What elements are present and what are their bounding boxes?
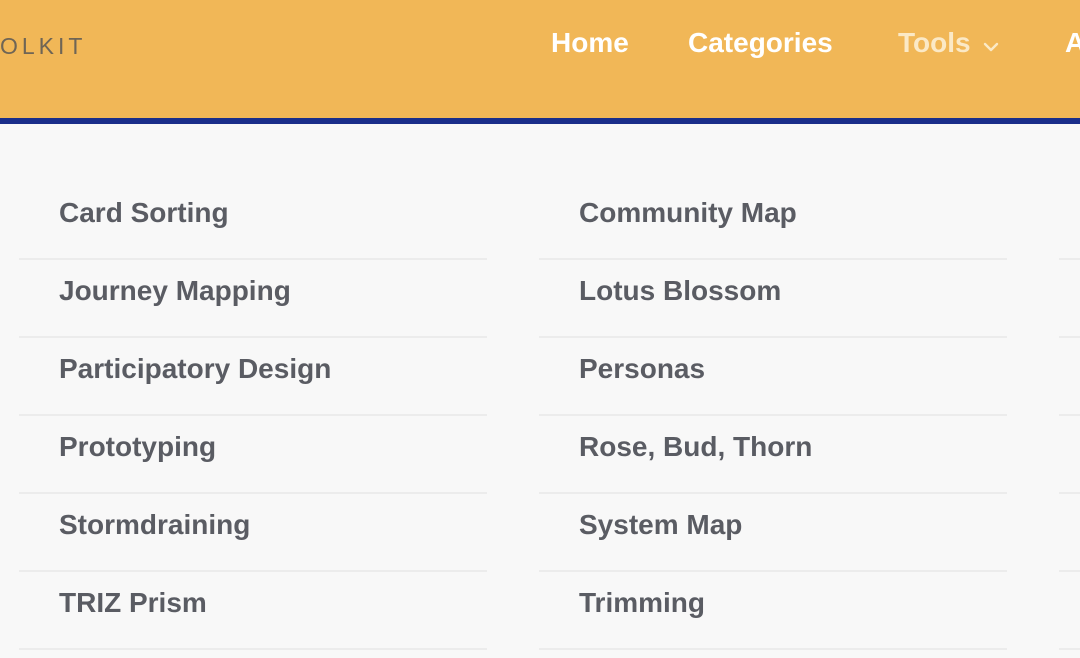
nav-tools-label: Tools — [898, 27, 971, 58]
menu-item-prototyping[interactable]: Prototyping — [19, 416, 487, 494]
menu-item-label: Participatory Design — [59, 353, 332, 384]
menu-item-label: Journey Mapping — [59, 275, 291, 306]
menu-item-card-sorting[interactable]: Card Sorting — [19, 182, 487, 260]
menu-item-participatory-design[interactable]: Participatory Design — [19, 338, 487, 416]
menu-item-system-map[interactable]: System Map — [539, 494, 1007, 572]
menu-item-label: Community Map — [579, 197, 797, 228]
divider — [1059, 336, 1080, 338]
divider — [1059, 648, 1080, 650]
chevron-down-icon — [983, 27, 999, 59]
menu-item-community-map[interactable]: Community Map — [539, 182, 1007, 260]
menu-item-label: Personas — [579, 353, 706, 384]
menu-item-trimming[interactable]: Trimming — [539, 572, 1007, 650]
menu-item-label: Lotus Blossom — [579, 275, 782, 306]
divider — [1059, 258, 1080, 260]
menu-item-rose-bud-thorn[interactable]: Rose, Bud, Thorn — [539, 416, 1007, 494]
menu-item-label: Prototyping — [59, 431, 217, 462]
menu-item-lotus-blossom[interactable]: Lotus Blossom — [539, 260, 1007, 338]
menu-item-stormdraining[interactable]: Stormdraining — [19, 494, 487, 572]
menu-item-label: System Map — [579, 509, 743, 540]
menu-item-journey-mapping[interactable]: Journey Mapping — [19, 260, 487, 338]
menu-item-label: Card Sorting — [59, 197, 229, 228]
menu-item-label: Rose, Bud, Thorn — [579, 431, 813, 462]
divider — [1059, 570, 1080, 572]
nav-tools[interactable]: Tools — [898, 27, 999, 59]
nav-home[interactable]: Home — [551, 27, 629, 59]
site-header: OLKIT Home Categories Tools A — [0, 0, 1080, 124]
nav-about-partial[interactable]: A — [1065, 27, 1080, 59]
menu-item-triz-prism[interactable]: TRIZ Prism — [19, 572, 487, 650]
menu-item-label: Trimming — [579, 587, 706, 618]
nav-categories[interactable]: Categories — [688, 27, 833, 59]
tools-dropdown-menu: Card Sorting Journey Mapping Participato… — [0, 124, 1080, 658]
menu-item-label: Stormdraining — [59, 509, 251, 540]
menu-item-label: TRIZ Prism — [59, 587, 207, 618]
main-nav: Home Categories Tools A — [0, 27, 1080, 67]
divider — [1059, 492, 1080, 494]
divider — [1059, 414, 1080, 416]
menu-item-personas[interactable]: Personas — [539, 338, 1007, 416]
